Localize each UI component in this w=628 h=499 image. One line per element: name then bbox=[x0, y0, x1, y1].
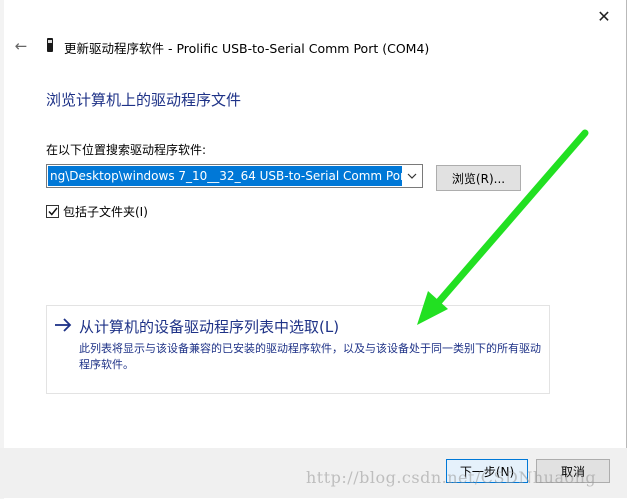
combo-dropdown-button[interactable] bbox=[402, 165, 422, 187]
include-subfolders-label: 包括子文件夹(I) bbox=[63, 205, 148, 219]
search-location-label: 在以下位置搜索驱动程序软件: bbox=[46, 143, 207, 157]
arrow-right-icon bbox=[55, 318, 72, 332]
driver-update-dialog: ✕ ← 更新驱动程序软件 - Prolific USB-to-Serial Co… bbox=[0, 0, 627, 499]
watermark: http://blog.csdn.net/CSDNhuaong bbox=[306, 468, 597, 487]
browse-button[interactable]: 浏览(R)... bbox=[436, 165, 521, 191]
pick-from-list-option[interactable]: 从计算机的设备驱动程序列表中选取(L) 此列表将显示与该设备兼容的已安装的驱动程… bbox=[46, 305, 550, 394]
chevron-down-icon bbox=[407, 173, 417, 179]
driver-path-combobox[interactable]: ng\Desktop\windows 7_10__32_64 USB-to-Se… bbox=[46, 164, 423, 188]
close-icon: ✕ bbox=[597, 6, 611, 26]
include-subfolders-checkbox[interactable] bbox=[46, 205, 59, 218]
close-button[interactable]: ✕ bbox=[592, 4, 616, 28]
back-button[interactable]: ← bbox=[10, 36, 32, 56]
usb-device-icon bbox=[47, 38, 53, 52]
page-heading: 浏览计算机上的驱动程序文件 bbox=[46, 91, 242, 109]
pick-from-list-description: 此列表将显示与该设备兼容的已安装的驱动程序软件，以及与该设备处于同一类别下的所有… bbox=[79, 342, 541, 371]
checkmark-icon bbox=[47, 207, 58, 216]
driver-path-input[interactable]: ng\Desktop\windows 7_10__32_64 USB-to-Se… bbox=[48, 166, 402, 186]
window-left-strip bbox=[0, 0, 4, 499]
pick-from-list-title[interactable]: 从计算机的设备驱动程序列表中选取(L) bbox=[79, 316, 339, 337]
back-arrow-icon: ← bbox=[14, 37, 28, 55]
window-title: 更新驱动程序软件 - Prolific USB-to-Serial Comm P… bbox=[64, 41, 430, 56]
include-subfolders-row[interactable]: 包括子文件夹(I) bbox=[46, 203, 148, 220]
